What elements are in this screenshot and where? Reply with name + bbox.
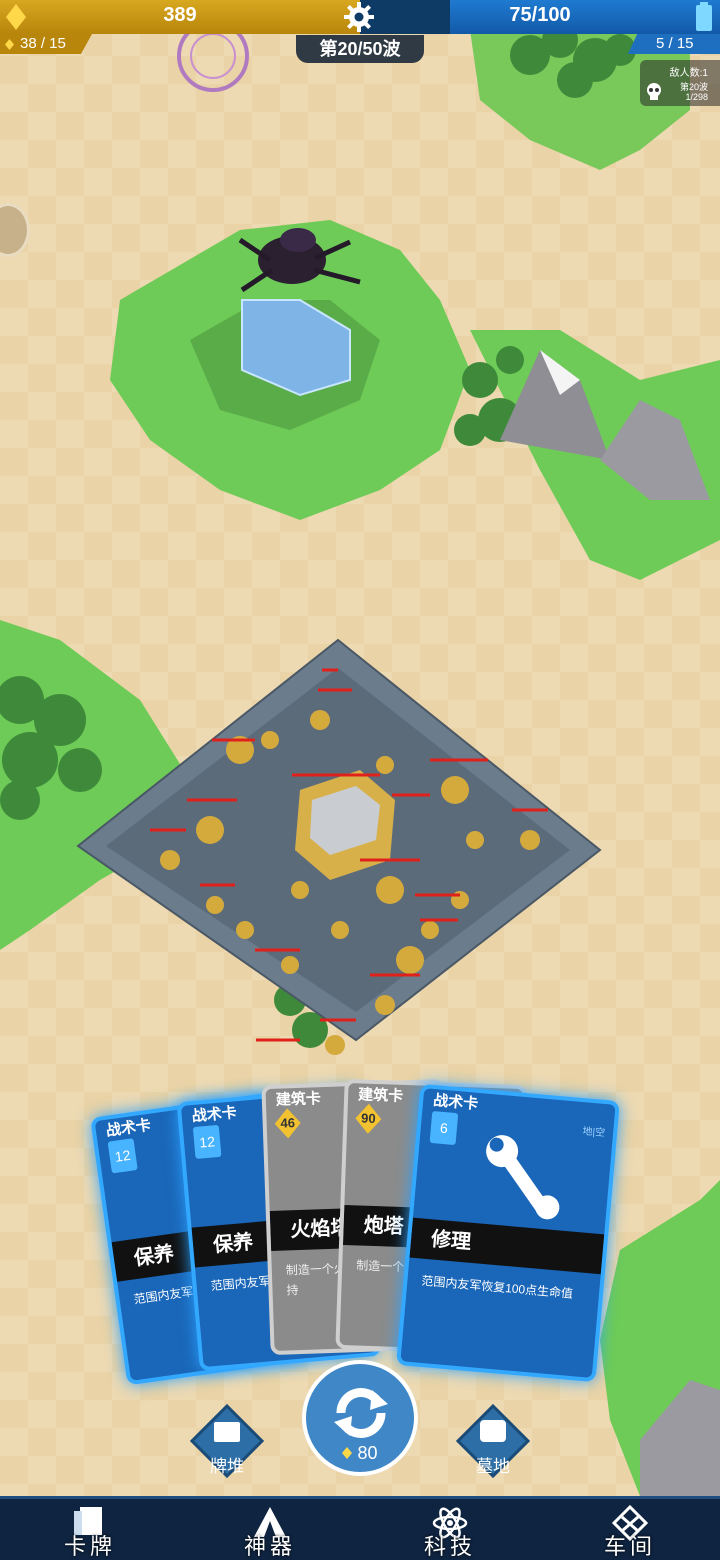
enemy-count: 敌人数:1 [669, 68, 708, 79]
gear-icon[interactable] [343, 1, 375, 33]
gold-value: 389 [163, 4, 197, 26]
gold-small-diamond-icon [5, 39, 14, 50]
energy-bar: 75/100 [450, 0, 720, 34]
nav-cards[interactable]: 卡牌 [0, 1499, 180, 1560]
energy-value: 75/100 [509, 4, 571, 26]
wrench-icon [486, 1135, 560, 1220]
enemy-panel: 敌人数:1 第20波 1/298 [640, 60, 720, 106]
nav-tech[interactable]: 科技 [360, 1499, 540, 1560]
top-bar: 389 75/100 [0, 0, 720, 34]
bottom-nav: 卡牌 神器 科技 车间 [0, 1496, 720, 1560]
enemy-wave: 第20波 1/298 [679, 82, 708, 102]
card-tags: 地|空 [582, 1126, 606, 1140]
gold-income: 38 / 15 [0, 34, 92, 54]
skull-icon [647, 83, 661, 100]
refresh-cards-button[interactable]: 80 [302, 1360, 418, 1476]
gold-small-diamond-icon [342, 1447, 353, 1459]
card-cost: 46 [280, 1115, 296, 1131]
card-4[interactable]: 战术卡 地|空 6 修理 范围内友军恢复100点生命值 [396, 1083, 620, 1383]
gold-bar: 389 [0, 0, 450, 34]
nav-artifacts[interactable]: 神器 [180, 1499, 360, 1560]
card-cost: 12 [107, 1138, 138, 1174]
card-name: 修理 [409, 1217, 605, 1275]
refresh-cost: 80 [306, 1443, 414, 1464]
card-cost: 12 [192, 1124, 222, 1160]
battery-icon [696, 2, 712, 31]
graveyard-button[interactable]: 墓地 [455, 1403, 531, 1479]
energy-regen: 5 / 15 [628, 34, 720, 54]
wave-indicator: 第20/50波 [296, 35, 424, 63]
card-cost: 6 [429, 1110, 459, 1146]
card-desc: 范围内友军恢复100点生命值 [420, 1273, 574, 1301]
nav-workshop[interactable]: 车间 [540, 1499, 720, 1560]
card-cost: 90 [360, 1110, 376, 1127]
refresh-icon [334, 1388, 388, 1438]
deck-button[interactable]: 牌堆 [189, 1403, 265, 1479]
